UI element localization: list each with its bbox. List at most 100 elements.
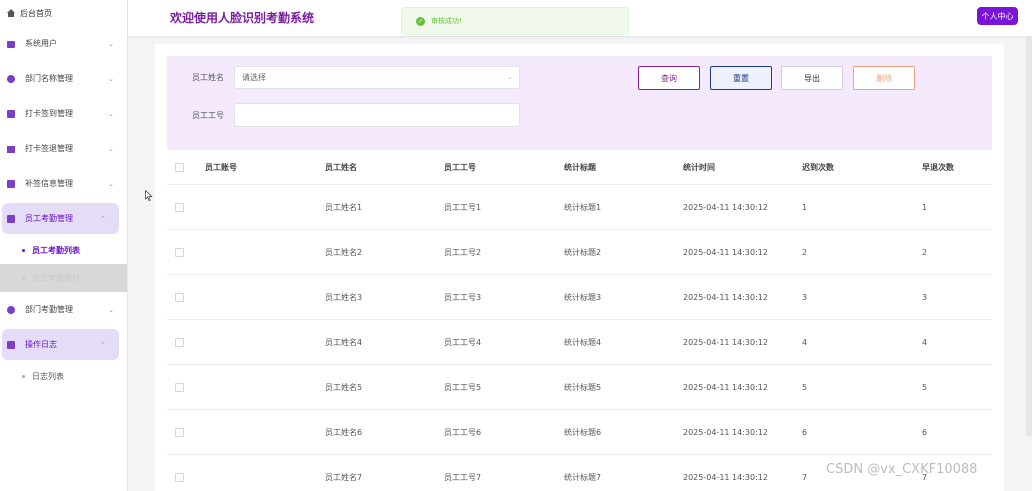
supplement-icon (6, 179, 16, 189)
table-cell: 2 (802, 247, 808, 257)
table-cell: 5 (802, 382, 808, 392)
sidebar-sub-employee-list[interactable]: 员工考勤列表 (0, 236, 127, 264)
table-cell: 员工姓名7 (325, 472, 363, 482)
row-select-cell[interactable] (175, 365, 184, 409)
table-cell: 员工姓名6 (325, 427, 363, 437)
table-cell: 2025-04-11 14:30:12 (683, 202, 768, 212)
name-select-placeholder: 请选择 (242, 73, 266, 82)
sidebar-item-label: 打卡签退管理 (25, 144, 73, 153)
row-select-cell[interactable] (175, 230, 184, 274)
sidebar-item-label: 员工考勤管理 (25, 214, 73, 223)
select-all-cell[interactable] (175, 150, 184, 184)
log-icon (6, 340, 16, 350)
row-select-cell[interactable] (175, 410, 184, 454)
dept-attendance-icon (6, 305, 16, 315)
column-header: 员工姓名 (325, 162, 357, 172)
scrollbar[interactable] (1026, 36, 1032, 436)
select-all-checkbox[interactable] (175, 162, 184, 172)
sidebar-item-dept-attendance[interactable]: 部门考勤管理 ⌄ (0, 292, 127, 327)
sidebar-sub-log-list[interactable]: 日志列表 (0, 362, 127, 390)
table-cell: 员工工号3 (444, 292, 482, 302)
sidebar-sub-employee-stats[interactable]: 员工考勤统计 (0, 264, 127, 292)
chevron-down-icon: ⌄ (108, 74, 114, 83)
row-checkbox[interactable] (175, 292, 184, 302)
user-icon (6, 39, 16, 49)
row-checkbox[interactable] (175, 427, 184, 437)
chevron-up-icon: ⌃ (100, 340, 106, 349)
table-cell: 统计标题4 (564, 337, 602, 347)
row-checkbox[interactable] (175, 472, 184, 482)
bullet-icon (22, 374, 25, 378)
table-cell: 6 (922, 427, 928, 437)
table-cell: 员工姓名1 (325, 202, 363, 212)
table-cell: 员工姓名2 (325, 247, 363, 257)
row-select-cell[interactable] (175, 455, 184, 491)
table-cell: 员工工号6 (444, 427, 482, 437)
delete-button[interactable]: 删除 (853, 66, 915, 90)
table-row[interactable]: 员工姓名2 员工工号2 统计标题2 2025-04-11 14:30:12 2 2 (167, 230, 992, 275)
check-circle-icon: ✓ (416, 16, 425, 26)
table-cell: 员工工号2 (444, 247, 482, 257)
table-cell: 3 (922, 292, 928, 302)
sidebar-item-checkout[interactable]: 打卡签退管理 ⌄ (0, 131, 127, 166)
column-header: 员工账号 (205, 162, 237, 172)
sidebar-item-attendance[interactable]: 员工考勤管理 ⌃ (2, 203, 119, 234)
search-panel: 员工姓名 请选择 ⌄ 员工工号 查询 重置 导出 删除 (167, 56, 992, 150)
bullet-icon (22, 248, 25, 252)
mouse-cursor-icon (145, 189, 153, 201)
dept-icon (6, 74, 16, 84)
sidebar-item-dept[interactable]: 部门名称管理 ⌄ (0, 61, 127, 96)
sidebar-home[interactable]: 后台首页 (0, 0, 127, 26)
bullet-icon (22, 276, 25, 280)
row-select-cell[interactable] (175, 185, 184, 229)
chevron-down-icon: ⌄ (507, 73, 513, 81)
checkin-icon (6, 109, 16, 119)
name-select[interactable]: 请选择 ⌄ (234, 66, 520, 89)
sidebar-item-supplement[interactable]: 补签信息管理 ⌄ (0, 166, 127, 201)
table-cell: 2025-04-11 14:30:12 (683, 427, 768, 437)
row-checkbox[interactable] (175, 202, 184, 212)
chevron-down-icon: ⌄ (108, 144, 114, 153)
table-cell: 员工姓名5 (325, 382, 363, 392)
table-cell: 员工工号7 (444, 472, 482, 482)
table-row[interactable]: 员工姓名1 员工工号1 统计标题1 2025-04-11 14:30:12 1 1 (167, 185, 992, 230)
row-select-cell[interactable] (175, 320, 184, 364)
row-select-cell[interactable] (175, 275, 184, 319)
reset-button[interactable]: 重置 (710, 66, 772, 90)
sidebar-item-label: 部门考勤管理 (25, 305, 73, 314)
sidebar-home-label: 后台首页 (20, 8, 52, 18)
main-card: 员工姓名 请选择 ⌄ 员工工号 查询 重置 导出 删除 员工账号 员工姓名 员工… (155, 44, 1004, 491)
sidebar-item-label: 补签信息管理 (25, 179, 73, 188)
sidebar: 后台首页 系统用户 ⌄ 部门名称管理 ⌄ 打卡签到管理 ⌄ 打卡签退管理 ⌄ 补… (0, 0, 128, 491)
table-cell: 统计标题6 (564, 427, 602, 437)
column-header: 统计时间 (683, 162, 715, 172)
export-button[interactable]: 导出 (781, 66, 843, 90)
row-checkbox[interactable] (175, 382, 184, 392)
profile-button[interactable]: 个人中心 (977, 7, 1018, 25)
sidebar-item-label: 操作日志 (25, 340, 57, 349)
table-cell: 2025-04-11 14:30:12 (683, 247, 768, 257)
home-icon (6, 8, 16, 18)
table-cell: 4 (802, 337, 808, 347)
query-button[interactable]: 查询 (638, 66, 700, 90)
table-cell: 统计标题3 (564, 292, 602, 302)
table-row[interactable]: 员工姓名5 员工工号5 统计标题5 2025-04-11 14:30:12 5 5 (167, 365, 992, 410)
chevron-down-icon: ⌄ (108, 305, 114, 314)
table-row[interactable]: 员工姓名4 员工工号4 统计标题4 2025-04-11 14:30:12 4 4 (167, 320, 992, 365)
column-header: 迟到次数 (802, 162, 834, 172)
table-cell: 5 (922, 382, 928, 392)
table-row[interactable]: 员工姓名6 员工工号6 统计标题6 2025-04-11 14:30:12 6 6 (167, 410, 992, 455)
checkout-icon (6, 144, 16, 154)
row-checkbox[interactable] (175, 247, 184, 257)
row-checkbox[interactable] (175, 337, 184, 347)
table-cell: 6 (802, 427, 808, 437)
id-input[interactable] (234, 103, 520, 127)
table-cell: 2025-04-11 14:30:12 (683, 382, 768, 392)
sidebar-item-checkin[interactable]: 打卡签到管理 ⌄ (0, 96, 127, 131)
sidebar-item-logs[interactable]: 操作日志 ⌃ (2, 329, 119, 360)
sidebar-sub-label: 日志列表 (32, 371, 64, 381)
table-cell: 2025-04-11 14:30:12 (683, 292, 768, 302)
table-row[interactable]: 员工姓名3 员工工号3 统计标题3 2025-04-11 14:30:12 3 3 (167, 275, 992, 320)
top-header: 欢迎使用人脸识别考勤系统 ✓ 审核成功! 个人中心 (128, 0, 1032, 36)
sidebar-item-users[interactable]: 系统用户 ⌄ (0, 26, 127, 61)
